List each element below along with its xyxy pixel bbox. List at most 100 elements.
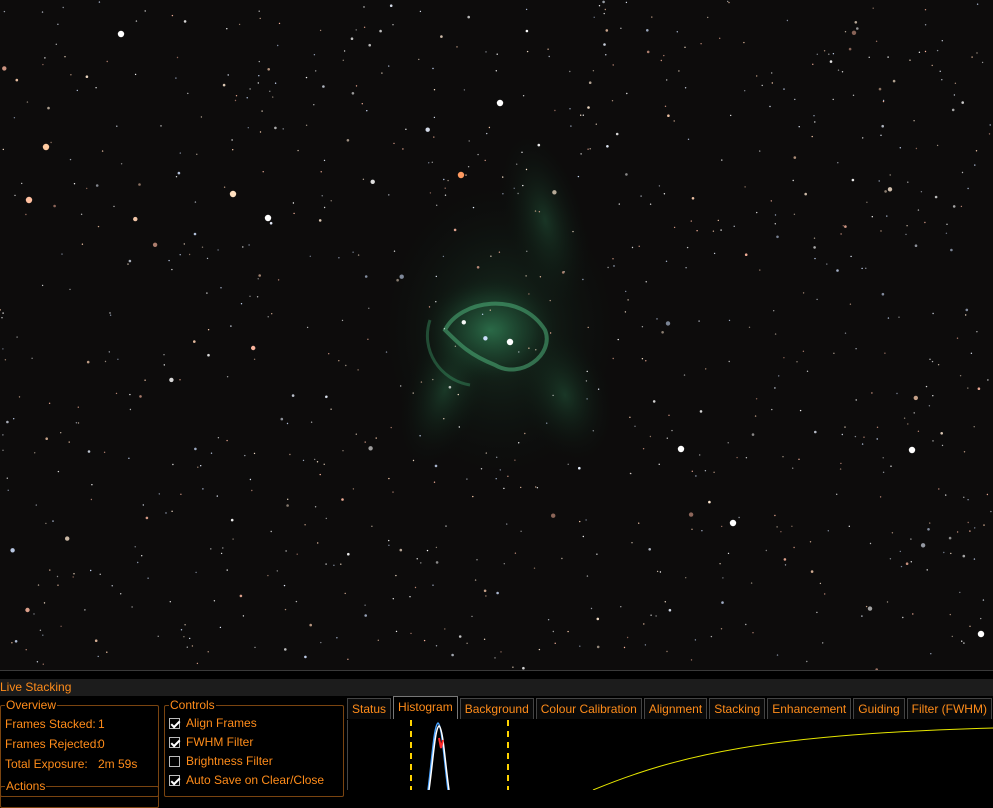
tab-stacking[interactable]: Stacking: [709, 698, 766, 719]
star: [18, 396, 21, 398]
star: [844, 332, 847, 334]
tab-filter-fwhm[interactable]: Filter (FWHM): [906, 698, 992, 719]
star: [813, 237, 816, 239]
star: [503, 487, 505, 490]
star: [420, 562, 422, 564]
star: [727, 442, 729, 444]
star: [72, 576, 74, 578]
star: [780, 531, 782, 533]
star: [613, 265, 615, 267]
star: [141, 555, 143, 557]
star: [139, 395, 142, 398]
tab-background[interactable]: Background: [459, 698, 534, 719]
star: [309, 255, 311, 257]
star: [420, 381, 423, 383]
histogram-plot[interactable]: [347, 720, 993, 790]
align-frames-check-icon[interactable]: [169, 717, 180, 729]
star: [707, 16, 709, 19]
star: [314, 506, 317, 508]
star: [443, 418, 445, 420]
star: [913, 395, 918, 401]
star: [798, 458, 800, 460]
star: [410, 632, 412, 635]
fwhm-filter-checkbox[interactable]: FWHM Filter: [169, 735, 253, 749]
star: [650, 614, 652, 616]
star: [295, 600, 298, 603]
star: [488, 126, 491, 129]
star: [850, 255, 852, 258]
star: [388, 544, 390, 546]
star: [346, 139, 350, 142]
star: [676, 31, 678, 33]
tab-status[interactable]: Status: [347, 698, 392, 719]
star: [967, 387, 969, 389]
star: [484, 159, 486, 162]
star: [938, 488, 940, 490]
star: [961, 640, 963, 642]
star: [253, 452, 256, 455]
star: [774, 214, 777, 216]
star: [620, 606, 622, 608]
star: [756, 211, 758, 214]
star: [547, 619, 550, 621]
star: [325, 517, 327, 520]
star: [927, 528, 930, 531]
tab-colour-calibration[interactable]: Colour Calibration: [535, 698, 642, 719]
star: [937, 364, 940, 366]
star: [664, 105, 667, 108]
star: [42, 63, 44, 66]
live-stacking-panel: Live Stacking Overview Frames Stacked: 1…: [0, 670, 993, 808]
star: [207, 329, 210, 331]
star: [612, 64, 614, 66]
tab-enhancement[interactable]: Enhancement: [767, 698, 852, 719]
star: [7, 489, 9, 491]
star: [2, 449, 4, 451]
star: [651, 16, 653, 18]
brightness-filter-check-icon[interactable]: [169, 755, 180, 767]
frames-rejected-value: 0: [98, 737, 105, 751]
star: [518, 442, 520, 444]
star: [615, 132, 619, 136]
tab-alignment[interactable]: Alignment: [643, 698, 708, 719]
bright-star: [117, 30, 125, 38]
star: [321, 195, 323, 197]
auto-save-check-icon[interactable]: [169, 774, 180, 786]
star: [405, 128, 407, 130]
star: [302, 459, 305, 462]
fwhm-filter-check-icon[interactable]: [169, 736, 180, 748]
star: [220, 287, 222, 289]
star: [881, 124, 884, 128]
star: [25, 649, 27, 651]
auto-save-checkbox[interactable]: Auto Save on Clear/Close: [169, 773, 324, 787]
star: [86, 187, 88, 190]
star: [193, 340, 196, 343]
star: [502, 176, 504, 178]
star: [880, 230, 882, 232]
star: [802, 350, 805, 352]
tab-histogram[interactable]: Histogram: [393, 696, 458, 719]
star: [884, 352, 886, 354]
star: [377, 639, 379, 641]
star: [844, 426, 846, 428]
star: [97, 225, 100, 228]
star: [336, 637, 338, 639]
brightness-filter-checkbox[interactable]: Brightness Filter: [169, 754, 273, 768]
star: [254, 646, 256, 649]
star: [396, 278, 399, 282]
star: [810, 570, 814, 573]
star: [328, 353, 330, 355]
star: [194, 447, 197, 451]
star: [246, 97, 248, 99]
star: [416, 558, 418, 560]
stacked-image-viewer[interactable]: [0, 0, 993, 670]
star: [147, 577, 149, 579]
star: [433, 136, 435, 138]
star: [176, 56, 179, 59]
tab-guiding[interactable]: Guiding: [853, 698, 905, 719]
star: [655, 615, 657, 617]
star: [474, 579, 477, 581]
align-frames-checkbox[interactable]: Align Frames: [169, 716, 257, 730]
star: [910, 538, 912, 540]
star: [343, 50, 346, 52]
star: [393, 142, 395, 145]
